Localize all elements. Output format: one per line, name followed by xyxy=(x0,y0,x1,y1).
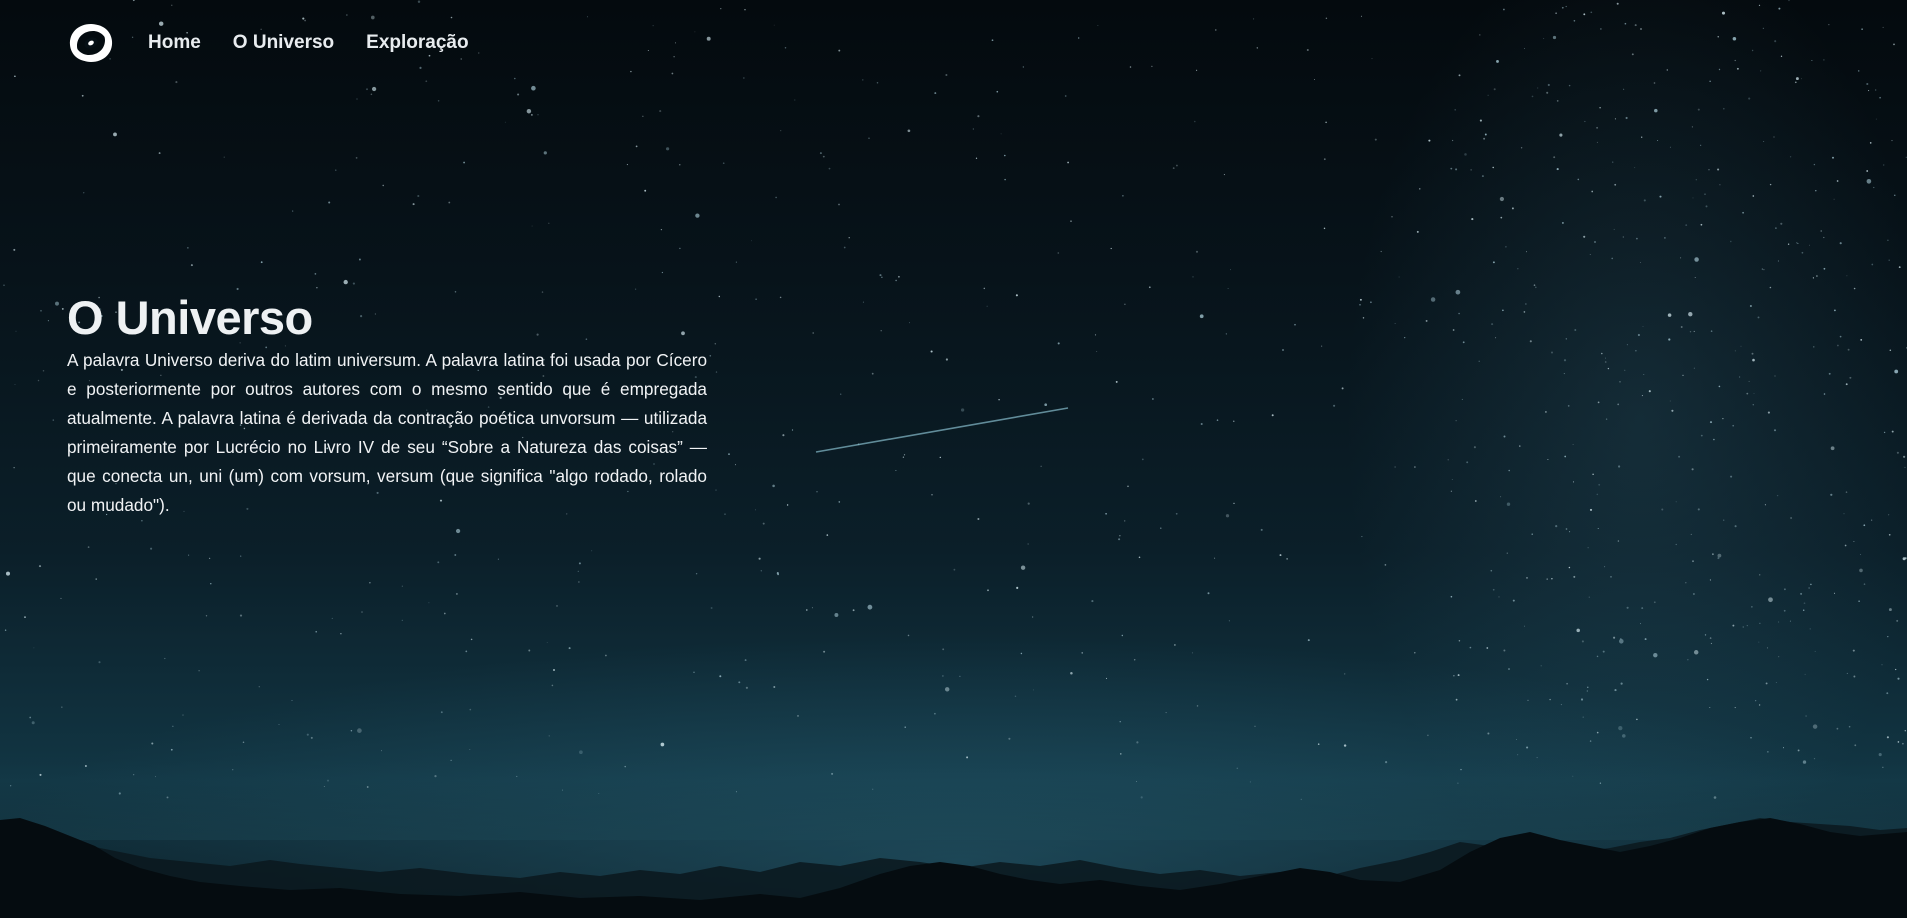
nav-link-home[interactable]: Home xyxy=(148,32,201,54)
page-title: O Universo xyxy=(67,291,313,344)
hero-description: A palavra Universo deriva do latim unive… xyxy=(67,350,707,515)
top-navigation: Home O Universo Exploração xyxy=(66,18,501,68)
hero-section: O Universo A palavra Universo deriva do … xyxy=(67,290,707,520)
nav-link-o-universo[interactable]: O Universo xyxy=(233,32,334,54)
nav-link-exploracao[interactable]: Exploração xyxy=(366,32,468,54)
galaxy-swirl-logo-icon[interactable] xyxy=(66,20,116,66)
